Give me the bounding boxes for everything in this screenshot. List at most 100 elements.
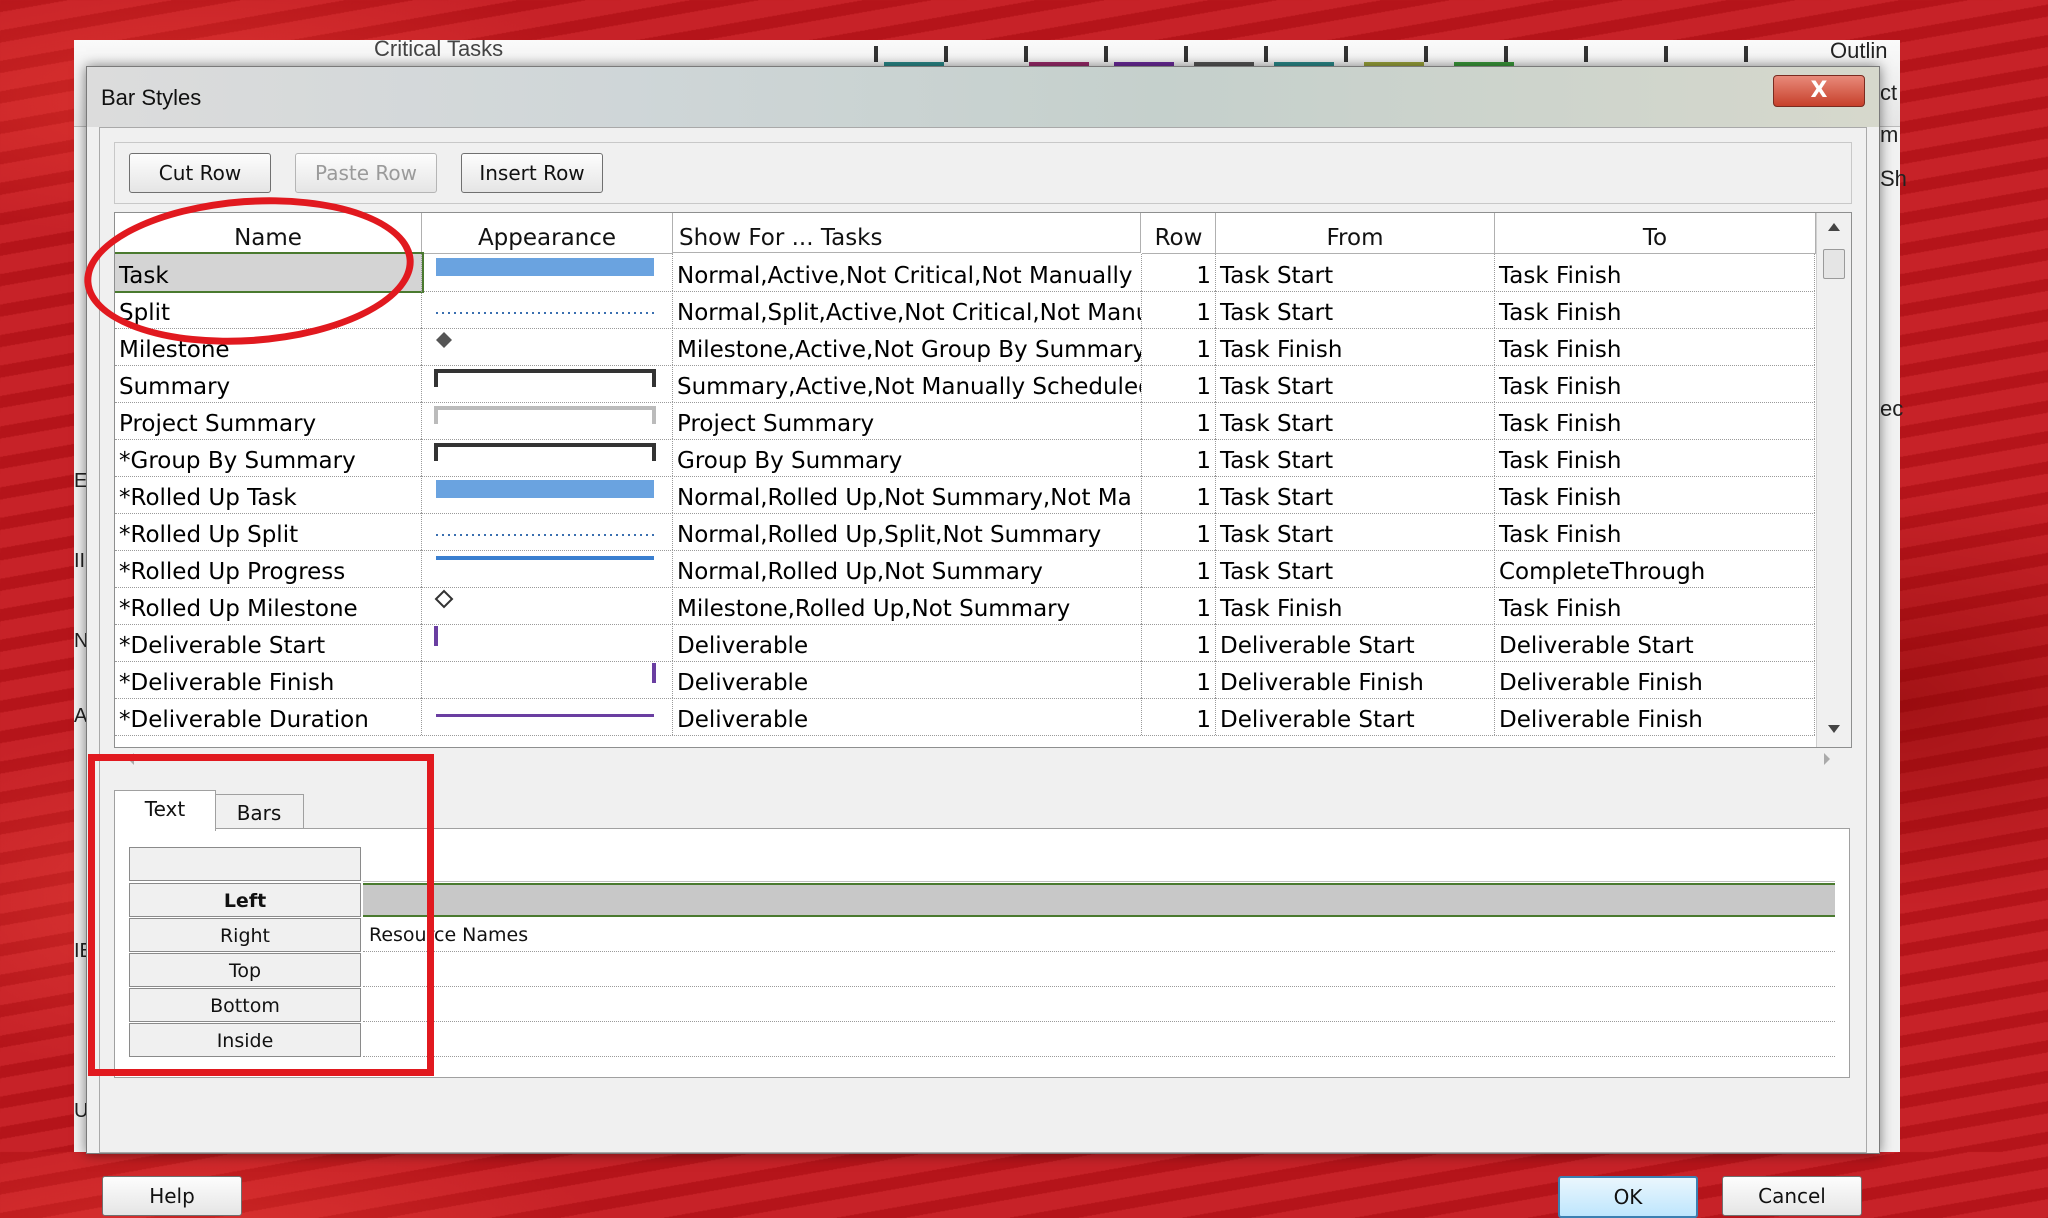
row-name-cell[interactable]: *Deliverable Duration xyxy=(115,698,422,735)
row-to-cell[interactable]: CompleteThrough xyxy=(1495,550,1815,587)
text-position-value[interactable] xyxy=(363,953,1835,987)
text-position-value[interactable] xyxy=(363,883,1835,917)
row-number-cell[interactable]: 1 xyxy=(1142,587,1216,624)
row-number-cell[interactable]: 1 xyxy=(1142,402,1216,439)
row-appearance-cell[interactable] xyxy=(422,550,673,587)
table-row[interactable]: *Deliverable Start Deliverable 1 Deliverabl… xyxy=(115,624,1815,662)
paste-row-button[interactable]: Paste Row xyxy=(295,153,437,193)
row-to-cell[interactable]: Task Finish xyxy=(1495,254,1815,291)
row-appearance-cell[interactable] xyxy=(422,254,673,291)
row-name-cell[interactable]: Project Summary xyxy=(115,402,422,439)
row-appearance-cell[interactable] xyxy=(422,476,673,513)
text-position-value[interactable] xyxy=(363,988,1835,1022)
column-header-show-for[interactable]: Show For ... Tasks xyxy=(673,213,1141,253)
row-to-cell[interactable]: Deliverable Start xyxy=(1495,624,1815,661)
ok-button[interactable]: OK xyxy=(1558,1176,1698,1218)
row-number-cell[interactable]: 1 xyxy=(1142,291,1216,328)
row-to-cell[interactable]: Task Finish xyxy=(1495,291,1815,328)
row-appearance-cell[interactable] xyxy=(422,402,673,439)
row-number-cell[interactable]: 1 xyxy=(1142,513,1216,550)
row-show-for-cell[interactable]: Milestone,Rolled Up,Not Summary xyxy=(673,587,1142,624)
row-show-for-cell[interactable]: Normal,Active,Not Critical,Not Manually … xyxy=(673,254,1142,291)
table-row[interactable]: *Group By Summary Group By Summary 1 Task S… xyxy=(115,439,1815,477)
row-show-for-cell[interactable]: Normal,Rolled Up,Not Summary xyxy=(673,550,1142,587)
row-to-cell[interactable]: Deliverable Finish xyxy=(1495,661,1815,698)
row-appearance-cell[interactable] xyxy=(422,291,673,328)
row-from-cell[interactable]: Deliverable Start xyxy=(1216,698,1495,735)
row-name-cell[interactable]: *Rolled Up Milestone xyxy=(115,587,422,624)
row-to-cell[interactable]: Task Finish xyxy=(1495,513,1815,550)
row-appearance-cell[interactable] xyxy=(422,365,673,402)
row-to-cell[interactable]: Task Finish xyxy=(1495,365,1815,402)
row-show-for-cell[interactable]: Deliverable xyxy=(673,624,1142,661)
row-from-cell[interactable]: Task Finish xyxy=(1216,587,1495,624)
row-name-cell[interactable]: *Rolled Up Split xyxy=(115,513,422,550)
text-position-value[interactable]: Resource Names xyxy=(363,918,1835,952)
row-number-cell[interactable]: 1 xyxy=(1142,365,1216,402)
row-name-cell[interactable]: *Group By Summary xyxy=(115,439,422,476)
row-name-cell[interactable]: *Rolled Up Progress xyxy=(115,550,422,587)
column-header-appearance[interactable]: Appearance xyxy=(422,213,673,254)
row-from-cell[interactable]: Task Start xyxy=(1216,291,1495,328)
table-row[interactable]: *Deliverable Finish Deliverable 1 Deliverab… xyxy=(115,661,1815,699)
row-from-cell[interactable]: Deliverable Finish xyxy=(1216,661,1495,698)
row-to-cell[interactable]: Task Finish xyxy=(1495,328,1815,365)
column-header-from[interactable]: From xyxy=(1216,213,1495,254)
row-from-cell[interactable]: Task Start xyxy=(1216,550,1495,587)
row-to-cell[interactable]: Task Finish xyxy=(1495,587,1815,624)
row-number-cell[interactable]: 1 xyxy=(1142,698,1216,735)
row-appearance-cell[interactable] xyxy=(422,661,673,698)
row-show-for-cell[interactable]: Normal,Rolled Up,Not Summary,Not Ma xyxy=(673,476,1142,513)
row-to-cell[interactable]: Task Finish xyxy=(1495,476,1815,513)
row-number-cell[interactable]: 1 xyxy=(1142,476,1216,513)
row-from-cell[interactable]: Task Start xyxy=(1216,476,1495,513)
row-from-cell[interactable]: Task Start xyxy=(1216,513,1495,550)
row-appearance-cell[interactable] xyxy=(422,624,673,661)
table-row[interactable]: *Deliverable Duration Deliverable 1 Deliver… xyxy=(115,698,1815,736)
row-show-for-cell[interactable]: Group By Summary xyxy=(673,439,1142,476)
row-show-for-cell[interactable]: Normal,Split,Active,Not Critical,Not Man… xyxy=(673,291,1142,328)
table-row[interactable]: *Rolled Up Task Normal,Rolled Up,Not Summ… xyxy=(115,476,1815,514)
cancel-button[interactable]: Cancel xyxy=(1722,1176,1862,1216)
row-show-for-cell[interactable]: Summary,Active,Not Manually Scheduled xyxy=(673,365,1142,402)
table-row[interactable]: *Rolled Up Progress Normal,Rolled Up,Not … xyxy=(115,550,1815,588)
table-row[interactable]: Project Summary Project Summary 1 Task Star… xyxy=(115,402,1815,440)
row-show-for-cell[interactable]: Milestone,Active,Not Group By Summary xyxy=(673,328,1142,365)
row-from-cell[interactable]: Task Start xyxy=(1216,254,1495,291)
cut-row-button[interactable]: Cut Row xyxy=(129,153,271,193)
row-to-cell[interactable]: Deliverable Finish xyxy=(1495,698,1815,735)
row-show-for-cell[interactable]: Deliverable xyxy=(673,698,1142,735)
row-number-cell[interactable]: 1 xyxy=(1142,550,1216,587)
row-number-cell[interactable]: 1 xyxy=(1142,624,1216,661)
column-header-to[interactable]: To xyxy=(1495,213,1816,254)
row-to-cell[interactable]: Task Finish xyxy=(1495,439,1815,476)
tab-text[interactable]: Text xyxy=(114,790,216,831)
row-appearance-cell[interactable] xyxy=(422,439,673,476)
row-from-cell[interactable]: Task Start xyxy=(1216,402,1495,439)
row-name-cell[interactable]: *Rolled Up Task xyxy=(115,476,422,513)
close-button[interactable]: X xyxy=(1773,75,1865,107)
table-row[interactable]: *Rolled Up Split Normal,Rolled Up,Split,N… xyxy=(115,513,1815,551)
row-number-cell[interactable]: 1 xyxy=(1142,661,1216,698)
dialog-titlebar[interactable]: Bar Styles X xyxy=(87,67,1879,127)
row-show-for-cell[interactable]: Project Summary xyxy=(673,402,1142,439)
row-appearance-cell[interactable] xyxy=(422,328,673,365)
row-show-for-cell[interactable]: Deliverable xyxy=(673,661,1142,698)
row-number-cell[interactable]: 1 xyxy=(1142,328,1216,365)
row-from-cell[interactable]: Deliverable Start xyxy=(1216,624,1495,661)
row-to-cell[interactable]: Task Finish xyxy=(1495,402,1815,439)
row-from-cell[interactable]: Task Start xyxy=(1216,365,1495,402)
row-show-for-cell[interactable]: Normal,Rolled Up,Split,Not Summary xyxy=(673,513,1142,550)
row-appearance-cell[interactable] xyxy=(422,698,673,735)
text-position-value[interactable] xyxy=(363,1023,1835,1057)
row-from-cell[interactable]: Task Start xyxy=(1216,439,1495,476)
table-row[interactable]: Milestone Milestone,Active,Not Group By S… xyxy=(115,328,1815,366)
row-from-cell[interactable]: Task Finish xyxy=(1216,328,1495,365)
row-name-cell[interactable]: *Deliverable Start xyxy=(115,624,422,661)
row-appearance-cell[interactable] xyxy=(422,587,673,624)
column-header-row[interactable]: Row xyxy=(1142,213,1216,254)
help-button[interactable]: Help xyxy=(102,1176,242,1216)
insert-row-button[interactable]: Insert Row xyxy=(461,153,603,193)
row-number-cell[interactable]: 1 xyxy=(1142,439,1216,476)
table-row[interactable]: *Rolled Up Milestone Milestone,Rolled Up,… xyxy=(115,587,1815,625)
